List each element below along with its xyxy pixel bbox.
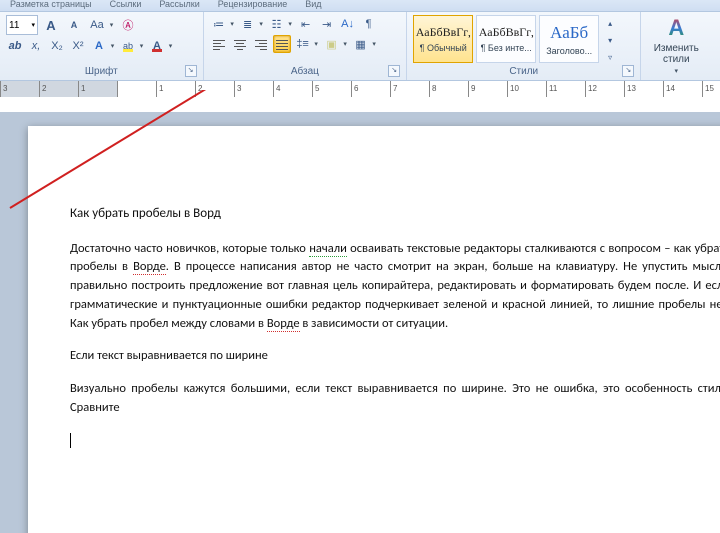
ribbon: 11▾ A A Aa▾ Ⓐ ab x, X₂ X² A▾ ab▾ A▾ Шриф… xyxy=(0,12,720,81)
clear-format-button[interactable]: Ⓐ xyxy=(118,15,138,35)
superscript-button[interactable]: X² xyxy=(69,37,87,55)
group-styles-label: Стили↘ xyxy=(413,66,634,78)
document-area: Как убрать пробелы в Ворд Достаточно час… xyxy=(0,112,720,533)
style-heading[interactable]: АаБб Заголово... xyxy=(539,15,599,63)
doc-paragraph-3: Визуально пробелы кажутся большими, если… xyxy=(70,380,720,418)
tab-layout[interactable]: Разметка страницы xyxy=(10,0,92,8)
align-right-button[interactable] xyxy=(252,35,270,53)
shrink-font-button[interactable]: A xyxy=(64,15,84,35)
font-color-button[interactable]: A xyxy=(148,37,166,55)
change-case-button[interactable]: Aa xyxy=(87,15,107,35)
paragraph-dialog-launcher[interactable]: ↘ xyxy=(388,65,400,77)
styles-dialog-launcher[interactable]: ↘ xyxy=(622,65,634,77)
tab-mail[interactable]: Рассылки xyxy=(159,0,199,8)
align-justify-button[interactable] xyxy=(273,35,291,53)
group-font: 11▾ A A Aa▾ Ⓐ ab x, X₂ X² A▾ ab▾ A▾ Шриф… xyxy=(0,12,204,80)
bold-button[interactable]: ab xyxy=(6,37,24,55)
doc-cursor-line xyxy=(70,432,720,451)
group-font-label: Шрифт↘ xyxy=(6,66,197,78)
multilevel-button[interactable]: ☷ xyxy=(268,15,286,33)
ribbon-tabs: Разметка страницы Ссылки Рассылки Реценз… xyxy=(0,0,720,12)
numbering-button[interactable]: ≣ xyxy=(239,15,257,33)
styles-scroll-up[interactable]: ▴ xyxy=(602,15,618,31)
grow-font-button[interactable]: A xyxy=(41,15,61,35)
sort-button[interactable]: A↓ xyxy=(339,15,357,33)
doc-title: Как убрать пробелы в Ворд xyxy=(70,204,720,224)
page[interactable]: Как убрать пробелы в Ворд Достаточно час… xyxy=(28,126,720,533)
bullets-button[interactable]: ≔ xyxy=(210,15,228,33)
tab-view[interactable]: Вид xyxy=(305,0,321,8)
group-paragraph-label: Абзац↘ xyxy=(210,66,401,78)
shading-button[interactable]: ▣ xyxy=(323,35,341,53)
font-dialog-launcher[interactable]: ↘ xyxy=(185,65,197,77)
font-size-combo[interactable]: 11▾ xyxy=(6,15,38,35)
align-left-button[interactable] xyxy=(210,35,228,53)
group-change-styles: A Изменить стили ▾ xyxy=(641,12,720,80)
doc-paragraph-1: Достаточно часто новичков, которые тольк… xyxy=(70,240,720,334)
text-effects-button[interactable]: A xyxy=(90,37,108,55)
group-styles: АаБбВвГг, ¶ Обычный АаБбВвГг, ¶ Без инте… xyxy=(407,12,641,80)
tab-links[interactable]: Ссылки xyxy=(110,0,142,8)
align-center-button[interactable] xyxy=(231,35,249,53)
line-spacing-button[interactable]: ‡≡ xyxy=(294,35,312,53)
group-paragraph: ≔▾ ≣▾ ☷▾ ⇤ ⇥ A↓ ¶ ‡≡▾ ▣▾ ▦▾ Абзац↘ xyxy=(204,12,408,80)
show-marks-button[interactable]: ¶ xyxy=(360,15,378,33)
decrease-indent-button[interactable]: ⇤ xyxy=(297,15,315,33)
style-no-spacing[interactable]: АаБбВвГг, ¶ Без инте... xyxy=(476,15,536,63)
text-cursor xyxy=(70,433,71,448)
subscript-button[interactable]: X₂ xyxy=(48,37,66,55)
italic-button[interactable]: x, xyxy=(27,37,45,55)
style-normal[interactable]: АаБбВвГг, ¶ Обычный xyxy=(413,15,473,63)
increase-indent-button[interactable]: ⇥ xyxy=(318,15,336,33)
styles-scroll-down[interactable]: ▾ xyxy=(602,32,618,48)
change-styles-button[interactable]: A Изменить стили ▾ xyxy=(647,15,705,75)
doc-paragraph-2: Если текст выравнивается по ширине xyxy=(70,347,720,366)
borders-button[interactable]: ▦ xyxy=(352,35,370,53)
styles-gallery-expand[interactable]: ▿ xyxy=(602,49,618,65)
highlight-button[interactable]: ab xyxy=(119,37,137,55)
ruler[interactable]: 3211234567891011121314151617 xyxy=(0,81,720,114)
tab-review[interactable]: Рецензирование xyxy=(218,0,288,8)
